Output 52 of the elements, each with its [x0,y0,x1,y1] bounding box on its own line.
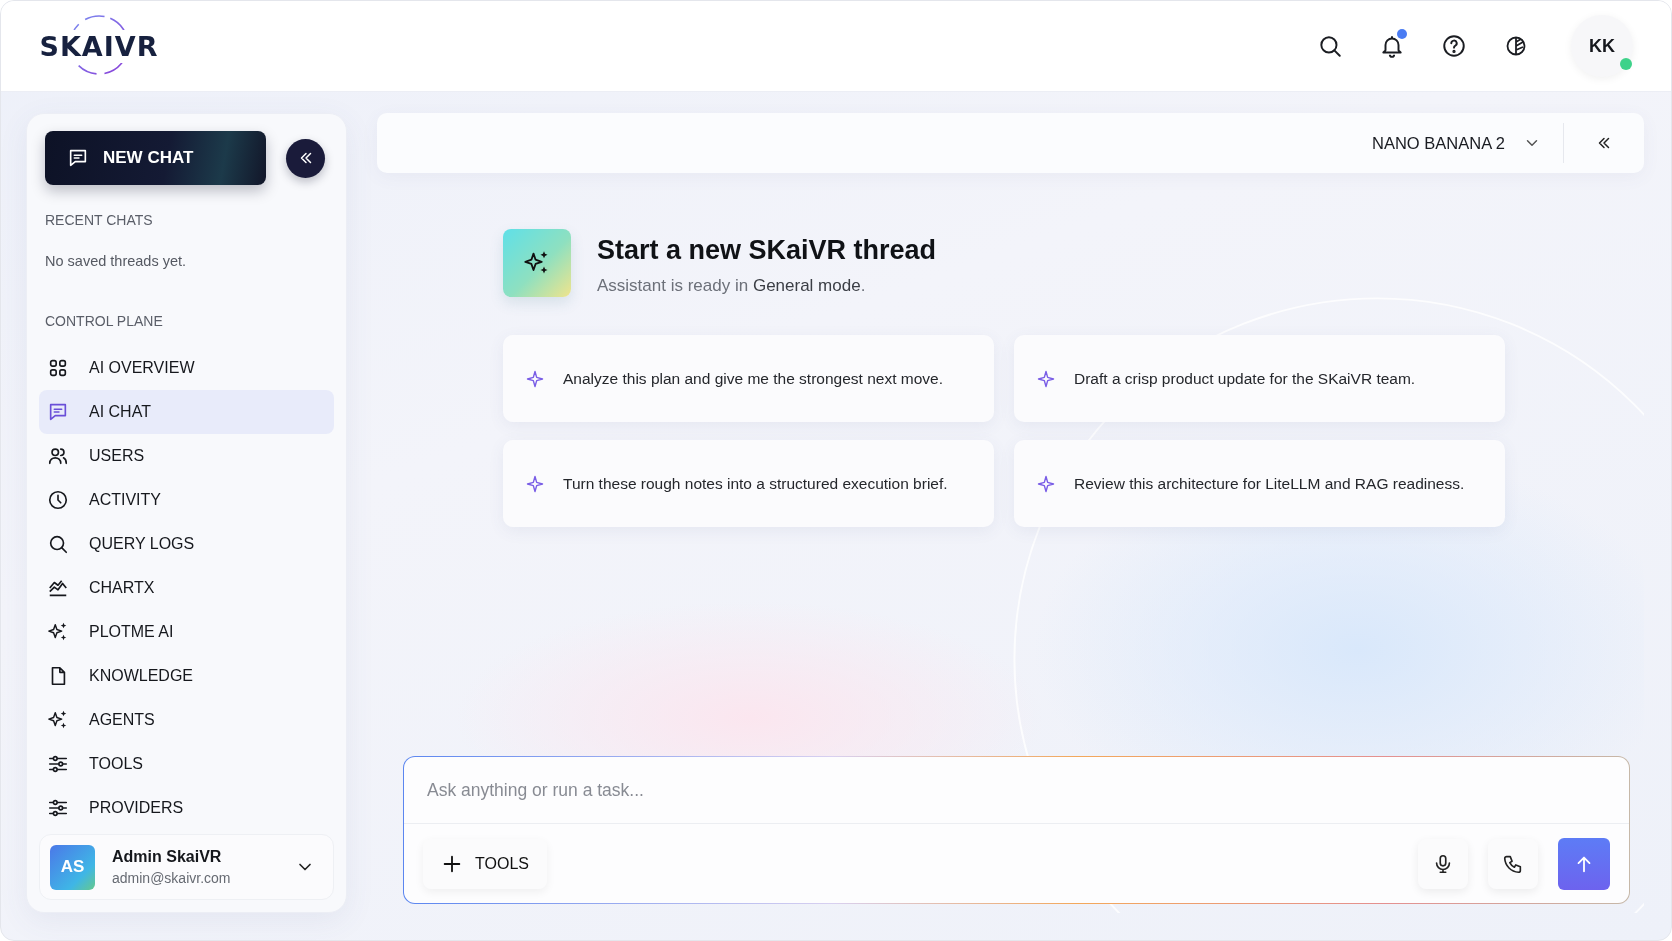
user-email: admin@skaivr.com [112,870,232,886]
sparkle-icon [1036,368,1056,389]
prompt-box[interactable]: Ask anything or run a task... TOOLS [403,756,1630,904]
bell-icon [1379,33,1405,59]
page-subtitle: Assistant is ready in General mode. [597,276,867,296]
section-label: RECENT CHATS [44,212,154,228]
nav-item[interactable]: QUERY LOGS [39,522,334,566]
sliders-icon [47,753,69,775]
chat-icon [67,147,89,169]
call-button[interactable] [1488,838,1538,889]
theme-icon [1504,34,1528,58]
sparkle-icon [525,368,545,389]
user-avatar[interactable]: KK [1571,15,1633,77]
nav-item[interactable]: USERS [39,434,334,478]
search-icon [47,533,69,555]
prompt-input[interactable]: Ask anything or run a task... [404,757,1629,824]
nav-item[interactable]: AI CHAT [39,390,334,434]
prompt-suggestion[interactable]: Draft a crisp product update for the SKaiVR team. [1014,335,1505,422]
user-avatar: AS [50,844,95,890]
users-icon [47,445,69,467]
grid-icon [47,357,69,379]
user-name: Admin SkaiVR [112,848,223,866]
prompt-suggestion[interactable]: Analyze this plan and give me the strongest next move. [503,335,994,422]
sparkles-icon [47,709,69,731]
empty-message: No saved threads yet. [44,253,188,269]
nav-item[interactable]: CHARTX [39,566,334,610]
tools-button[interactable]: TOOLS [423,838,547,889]
new-chat-button[interactable]: NEW CHAT [45,131,266,185]
help-icon [1441,33,1467,59]
prompt-suggestion[interactable]: Turn these rough notes into a structured execution brief. [503,440,994,527]
nav-item[interactable]: KNOWLEDGE [39,654,334,698]
send-button[interactable] [1558,837,1610,890]
model-selector[interactable]: NANO BANANA 2 [1372,113,1563,173]
nav-item[interactable]: PLOTME AI [39,610,334,654]
nav-item[interactable]: PROVIDERS [39,786,334,830]
sparkle-icon [1036,473,1056,494]
search-icon [1317,33,1343,59]
chat-icon [47,401,69,423]
collapse-button[interactable] [286,138,325,178]
clock-icon [47,489,69,511]
nav-item[interactable]: ACTIVITY [39,478,334,522]
microphone-button[interactable] [1418,838,1468,889]
sparkle-icon [525,473,545,494]
sparkles-icon [503,229,571,297]
nav-item[interactable]: AGENTS [39,698,334,742]
section-label: CONTROL PLANE [44,313,164,329]
nav-item[interactable]: AI OVERVIEW [39,346,334,390]
sparkles-icon [47,621,69,643]
page-title: Start a new SKaiVR thread [597,235,937,266]
prompt-suggestion[interactable]: Review this architecture for LiteLLM and RAG readiness. [1014,440,1505,527]
sliders-icon [47,797,69,819]
nav-item[interactable]: TOOLS [39,742,334,786]
